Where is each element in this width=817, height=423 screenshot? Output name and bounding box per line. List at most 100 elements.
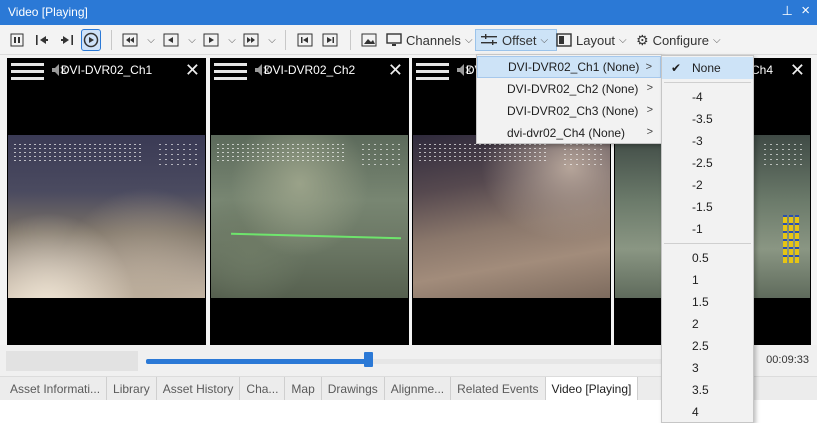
timeline-slider-thumb[interactable] xyxy=(363,352,373,367)
offset-option-label: -2.5 xyxy=(692,156,713,170)
pause-icon xyxy=(10,33,24,47)
tab-asset-information[interactable]: Asset Informati... xyxy=(4,377,108,400)
chevron-down-icon[interactable]: ⌵ xyxy=(186,29,198,51)
chevron-down-icon: ⌵ xyxy=(619,34,627,46)
close-icon[interactable]: × xyxy=(801,2,810,19)
offset-option-label: 2.5 xyxy=(692,339,709,353)
channels-menu-button[interactable]: Channels ⌵ xyxy=(382,29,481,51)
offset-option[interactable]: 0.5 xyxy=(662,247,753,269)
offset-menu-item-ch1[interactable]: DVI-DVR02_Ch1 (None) > xyxy=(477,56,661,78)
forward-icon xyxy=(203,33,219,47)
pin-icon[interactable]: ⊥ xyxy=(782,3,793,19)
timeline-track[interactable] xyxy=(146,359,666,364)
tab-library[interactable]: Library xyxy=(107,377,157,400)
chevron-right-icon: > xyxy=(645,61,652,73)
offset-option[interactable]: -2 xyxy=(662,174,753,196)
offset-option[interactable]: 2.5 xyxy=(662,335,753,357)
tab-video-playing[interactable]: Video [Playing] xyxy=(545,377,639,400)
rewind-button[interactable] xyxy=(161,29,181,51)
tab-related-events[interactable]: Related Events xyxy=(451,377,546,400)
configure-menu-button[interactable]: ⚙ Configure ⌵ xyxy=(632,29,729,51)
offset-option[interactable]: -3 xyxy=(662,130,753,152)
chevron-down-icon[interactable]: ⌵ xyxy=(145,29,157,51)
offset-value-submenu: ✔ None -4 -3.5 -3 -2.5 -2 -1.5 -1 0.5 1 1.5 2 2.5 3… xyxy=(661,55,754,423)
step-back-button[interactable] xyxy=(32,29,52,51)
offset-option-label: 0.5 xyxy=(692,251,709,265)
offset-option-label: -2 xyxy=(692,178,703,192)
offset-option-label: -3.5 xyxy=(692,112,713,126)
offset-option[interactable]: 3 xyxy=(662,357,753,379)
offset-menu-item-ch4[interactable]: dvi-dvr02_Ch4 (None) > xyxy=(477,122,661,144)
menu-item-label: DVI-DVR02_Ch1 (None) xyxy=(508,60,640,74)
offset-option[interactable]: -1.5 xyxy=(662,196,753,218)
offset-option[interactable]: 2 xyxy=(662,313,753,335)
checkmark-icon: ✔ xyxy=(671,61,682,75)
tab-map[interactable]: Map xyxy=(285,377,322,400)
panel-header: DVI-DVR02_Ch2 ✕ xyxy=(210,58,409,84)
prev-frame-icon xyxy=(297,33,313,47)
menu-item-label: DVI-DVR02_Ch3 (None) xyxy=(507,104,639,118)
close-icon[interactable]: ✕ xyxy=(790,60,805,81)
channels-label: Channels xyxy=(406,32,461,48)
prev-frame-button[interactable] xyxy=(295,29,315,51)
video-frame xyxy=(211,135,408,298)
timeline-progress xyxy=(146,359,368,364)
tab-cha[interactable]: Cha... xyxy=(240,377,286,400)
offset-menu-button[interactable]: Offset ⌵ xyxy=(475,29,558,51)
forward-fast-button[interactable] xyxy=(241,29,261,51)
offset-option[interactable]: 4 xyxy=(662,401,753,423)
monitor-icon xyxy=(386,33,402,46)
forward-button[interactable] xyxy=(201,29,221,51)
chevron-right-icon: > xyxy=(646,82,653,94)
image-icon xyxy=(361,33,377,47)
tab-alignment[interactable]: Alignme... xyxy=(385,377,452,400)
rewind-fast-button[interactable] xyxy=(120,29,140,51)
pause-button[interactable] xyxy=(7,29,27,51)
chevron-down-icon[interactable]: ⌵ xyxy=(266,29,278,51)
offset-option[interactable]: 1 xyxy=(662,269,753,291)
layout-menu-button[interactable]: Layout ⌵ xyxy=(552,29,635,51)
menu-item-label: dvi-dvr02_Ch4 (None) xyxy=(507,126,626,140)
play-button[interactable] xyxy=(81,29,101,51)
offset-option[interactable]: -4 xyxy=(662,86,753,108)
configure-label: Configure xyxy=(652,32,709,48)
layout-icon xyxy=(556,33,572,47)
next-frame-icon xyxy=(322,33,338,47)
offset-option-label: 3 xyxy=(692,361,699,375)
menu-separator xyxy=(664,82,751,83)
offset-option-label: -4 xyxy=(692,90,703,104)
offset-menu-item-ch3[interactable]: DVI-DVR02_Ch3 (None) > xyxy=(477,100,661,122)
offset-menu-item-ch2[interactable]: DVI-DVR02_Ch2 (None) > xyxy=(477,78,661,100)
panel-header: DVI-DVR02_Ch1 ✕ xyxy=(7,58,206,84)
video-frame xyxy=(8,135,205,298)
offset-option[interactable]: 1.5 xyxy=(662,291,753,313)
video-panel[interactable]: DVI-DVR02_Ch2 ✕ xyxy=(210,58,409,345)
gear-icon: ⚙ xyxy=(636,31,649,48)
chevron-down-icon[interactable]: ⌵ xyxy=(226,29,238,51)
close-icon[interactable]: ✕ xyxy=(388,60,403,81)
video-frame xyxy=(413,135,610,298)
close-icon[interactable]: ✕ xyxy=(185,60,200,81)
offset-option[interactable]: -1 xyxy=(662,218,753,240)
snapshot-button[interactable] xyxy=(359,29,379,51)
rewind-icon xyxy=(163,33,179,47)
step-forward-button[interactable] xyxy=(57,29,77,51)
next-frame-button[interactable] xyxy=(320,29,340,51)
offset-option-label: -1 xyxy=(692,222,703,236)
offset-option-none[interactable]: ✔ None xyxy=(662,57,753,79)
forward-fast-icon xyxy=(243,33,259,47)
offset-option-label: 3.5 xyxy=(692,383,709,397)
menu-separator xyxy=(664,243,751,244)
chevron-down-icon: ⌵ xyxy=(540,34,549,46)
offset-option-label: 2 xyxy=(692,317,699,331)
offset-option[interactable]: 3.5 xyxy=(662,379,753,401)
offset-option[interactable]: -2.5 xyxy=(662,152,753,174)
video-panel[interactable]: DVI-DVR02_Ch1 ✕ xyxy=(7,58,206,345)
play-icon xyxy=(83,32,99,48)
offset-label: Offset xyxy=(502,32,537,48)
tab-asset-history[interactable]: Asset History xyxy=(157,377,241,400)
tab-drawings[interactable]: Drawings xyxy=(322,377,385,400)
timeline-start-field xyxy=(6,351,138,371)
offset-option[interactable]: -3.5 xyxy=(662,108,753,130)
panel-title: DVI-DVR02_Ch2 xyxy=(263,63,356,77)
